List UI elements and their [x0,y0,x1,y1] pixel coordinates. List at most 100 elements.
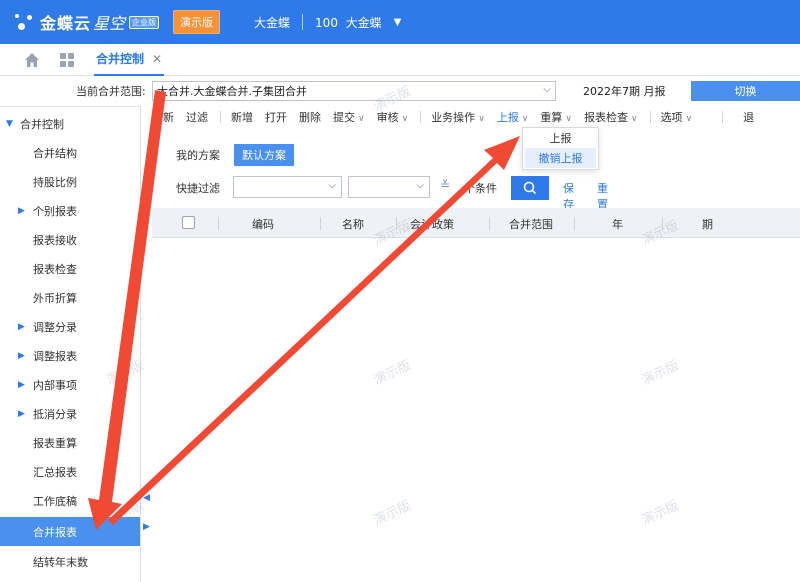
caret-right-icon: ▶ [18,350,25,361]
chevron-down-icon: ⌵ [543,84,551,95]
close-icon[interactable]: ✕ [152,52,162,66]
filter-field-select[interactable]: ⌵ [233,176,342,198]
sidebar-item[interactable]: ▶ 个别报表 [0,196,140,225]
filter-operator-select[interactable]: ⌵ [348,176,430,198]
double-chevron-down-icon[interactable]: ≚ [440,178,450,192]
audit-menu[interactable]: 审核 ∨ [377,109,409,125]
sidebar-item[interactable]: 汇总报表 [0,457,140,486]
sidebar-item-label: 工作底稿 [33,494,77,508]
scope-row: 当前合并范围: 大合并.大金蝶合并.子集团合并 ⌵ 2022年7期 月报 切换 [0,78,800,104]
caret-down-icon[interactable]: ▼ [394,17,402,28]
sidebar-item-active[interactable]: 合并报表 [0,517,140,546]
scheme-label: 我的方案 [176,149,220,162]
column-header-code[interactable]: 编码 [252,216,274,232]
report-up-menu[interactable]: 上报 ∨ [497,109,529,125]
sidebar-item[interactable]: 工作底稿 [0,486,140,515]
caret-down-icon: ▼ [6,118,13,129]
watermark-text: 演示版 [639,498,682,529]
default-scheme-button[interactable]: 默认方案 [234,144,294,166]
chevron-down-icon: ∨ [521,114,529,124]
account-selector[interactable]: 100 大金蝶 [315,14,382,31]
table-header: 编码 名称 会计政策 合并范围 年 期 [152,208,800,238]
filter-button[interactable]: 过滤 [186,109,208,125]
search-button[interactable] [511,176,549,200]
chevron-down-icon: ∨ [685,114,693,124]
toolbar-divider [649,111,651,123]
sidebar-item[interactable]: ▶ 抵消分录 [0,399,140,428]
expand-right-icon[interactable]: ▶ [143,522,150,532]
sidebar-item[interactable]: 结转年末数 [0,547,140,576]
column-divider [489,217,490,230]
home-icon[interactable] [24,52,40,68]
period-text: 2022年7期 月报 [583,85,666,98]
delete-button[interactable]: 删除 [299,109,321,125]
app-logo[interactable]: 金蝶云 星空 企业版 [14,10,160,34]
sidebar-item[interactable]: ▶ 调整报表 [0,341,140,370]
tab-consolidation-control[interactable]: 合并控制 ✕ [94,44,165,76]
left-sidebar: ▼ 合并控制 合并结构 持股比例 ▶ 个别报表 报表接收 报表检查 外币折算 ▶ 调… [0,106,141,582]
column-header-name[interactable]: 名称 [342,216,364,232]
sidebar-item-label: 报表重算 [33,436,77,450]
options-menu[interactable]: 选项 ∨ [661,109,693,125]
report-up-label: 上报 [496,111,519,124]
sidebar-item[interactable]: 合并结构 [0,138,140,167]
chevron-down-icon: ∨ [401,114,409,124]
scope-value: 大合并.大金蝶合并.子集团合并 [157,85,307,98]
scope-label: 当前合并范围: [76,85,146,98]
sidebar-item[interactable]: ▶ 内部事项 [0,370,140,399]
recalc-label: 重算 [540,111,563,124]
org-name[interactable]: 大金蝶 [254,14,290,31]
sidebar-item[interactable]: 报表重算 [0,428,140,457]
recalc-menu[interactable]: 重算 ∨ [540,109,572,125]
caret-right-icon: ▶ [18,321,25,332]
sidebar-item[interactable]: 报表接收 [0,225,140,254]
edition-badge: 企业版 [129,15,160,29]
column-header-accounting-policy[interactable]: 会计政策 [410,216,454,232]
sidebar-item-label: 报表接收 [33,233,77,247]
tab-bar: 合并控制 ✕ [0,44,800,76]
brand-name: 金蝶云 [40,14,92,33]
sidebar-item-label: 外币折算 [33,291,77,305]
open-button[interactable]: 打开 [265,109,287,125]
sidebar-root-consolidation-control[interactable]: ▼ 合并控制 [0,109,140,138]
sidebar-item-label: 汇总报表 [33,465,77,479]
exit-button[interactable]: 退 [743,109,754,125]
column-header-consolidation-scope[interactable]: 合并范围 [509,216,553,232]
column-divider [662,217,663,230]
report-check-label: 报表检查 [583,111,628,124]
business-ops-label: 业务操作 [431,111,476,124]
switch-button[interactable]: 切换 [691,81,800,101]
sidebar-item[interactable]: 持股比例 [0,167,140,196]
watermark-text: 演示版 [371,498,414,529]
apps-grid-icon[interactable] [60,52,74,67]
sidebar-item-label: 抵消分录 [33,407,77,421]
collapse-left-icon[interactable]: ◀ [143,493,150,503]
chevron-down-icon: ∨ [565,114,572,124]
business-ops-menu[interactable]: 业务操作 ∨ [431,109,485,125]
sidebar-item-label: 合并控制 [20,117,64,131]
watermark-text: 演示版 [639,358,682,389]
column-divider [218,217,219,230]
sidebar-item[interactable]: ▶ 调整分录 [0,312,140,341]
menu-item-revoke-report[interactable]: 撤销上报 [525,148,596,168]
sidebar-item[interactable]: 报表检查 [0,254,140,283]
brand-suffix: 星空 [93,14,126,33]
submit-label: 提交 [333,111,355,124]
add-button[interactable]: 新增 [231,109,253,125]
sidebar-item-label: 报表检查 [33,262,77,276]
report-check-menu[interactable]: 报表检查 ∨ [584,109,638,125]
submit-menu[interactable]: 提交 ∨ [333,109,365,125]
scope-select[interactable]: 大合并.大金蝶合并.子集团合并 ⌵ [152,81,556,101]
header-divider [302,14,304,30]
refresh-button[interactable]: 刷新 [152,109,174,125]
column-header-period[interactable]: 期 [702,216,713,232]
menu-item-report-up[interactable]: 上报 [523,128,598,148]
select-all-checkbox[interactable] [182,216,195,229]
chevron-down-icon: ∨ [478,114,485,124]
chevron-down-icon: ∨ [630,114,638,124]
column-divider [320,217,321,230]
sidebar-item-label: 内部事项 [33,378,77,392]
sidebar-item[interactable]: 外币折算 [0,283,140,312]
column-header-year[interactable]: 年 [612,216,623,232]
options-label: 选项 [660,111,683,124]
